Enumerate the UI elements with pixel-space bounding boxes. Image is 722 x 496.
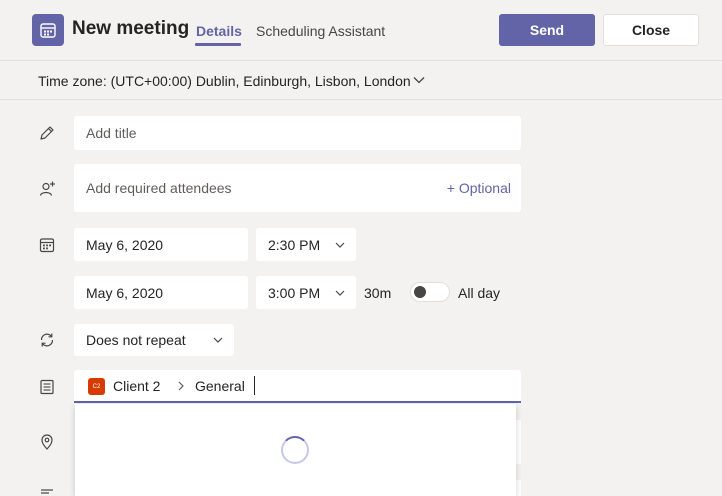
text-caret xyxy=(254,376,255,395)
repeat-value: Does not repeat xyxy=(86,332,186,348)
title-input[interactable]: Add title xyxy=(74,116,521,150)
optional-attendees-link[interactable]: + Optional xyxy=(447,180,511,196)
repeat-dropdown[interactable]: Does not repeat xyxy=(74,324,234,356)
team-name: Client 2 xyxy=(113,378,161,394)
end-date-picker[interactable]: May 6, 2020 xyxy=(74,276,248,309)
team-avatar: C2 xyxy=(88,378,105,395)
timezone-label: Time zone: (UTC+00:00) Dublin, Edinburgh… xyxy=(38,73,411,89)
title-placeholder: Add title xyxy=(86,125,137,141)
all-day-toggle[interactable] xyxy=(410,282,450,302)
attendees-input[interactable]: Add required attendees + Optional xyxy=(74,164,521,212)
location-input-edge xyxy=(516,420,521,464)
channel-input[interactable]: C2 Client 2 General xyxy=(74,370,521,403)
start-time-value: 2:30 PM xyxy=(268,236,321,253)
end-time-dropdown[interactable]: 3:00 PM xyxy=(256,276,356,309)
attendees-placeholder: Add required attendees xyxy=(86,180,232,196)
active-tab-indicator xyxy=(195,43,241,46)
channel-suggestions-dropdown[interactable] xyxy=(75,404,516,496)
spinner-icon xyxy=(281,436,309,464)
duration-label: 30m xyxy=(364,285,392,301)
toggle-knob xyxy=(414,286,426,298)
chevron-down-icon xyxy=(335,290,345,296)
calendar-icon xyxy=(32,14,64,46)
send-button[interactable]: Send xyxy=(499,14,595,46)
add-person-icon xyxy=(39,181,55,196)
end-date-value: May 6, 2020 xyxy=(86,284,164,301)
channel-icon xyxy=(40,379,54,395)
start-date-value: May 6, 2020 xyxy=(86,236,164,253)
repeat-icon xyxy=(40,333,54,347)
meeting-header: New meeting Details Scheduling Assistant… xyxy=(0,0,722,60)
chevron-down-icon xyxy=(213,337,223,343)
timezone-bar[interactable]: Time zone: (UTC+00:00) Dublin, Edinburgh… xyxy=(0,60,722,100)
end-time-value: 3:00 PM xyxy=(268,284,321,301)
page-title: New meeting xyxy=(72,18,190,39)
details-input-edge xyxy=(516,480,521,496)
chevron-down-icon xyxy=(335,242,345,248)
tab-scheduling-assistant[interactable]: Scheduling Assistant xyxy=(256,23,385,39)
details-icon xyxy=(41,489,53,494)
calendar-small-icon xyxy=(39,238,55,253)
start-date-picker[interactable]: May 6, 2020 xyxy=(74,228,248,261)
start-time-dropdown[interactable]: 2:30 PM xyxy=(256,228,356,261)
pencil-icon xyxy=(40,126,54,140)
close-button[interactable]: Close xyxy=(603,14,699,46)
chevron-right-icon xyxy=(178,381,184,391)
all-day-label: All day xyxy=(458,285,501,301)
channel-name: General xyxy=(195,378,245,394)
chevron-down-icon[interactable] xyxy=(412,73,426,87)
tab-details[interactable]: Details xyxy=(196,23,242,39)
location-icon xyxy=(41,434,53,450)
